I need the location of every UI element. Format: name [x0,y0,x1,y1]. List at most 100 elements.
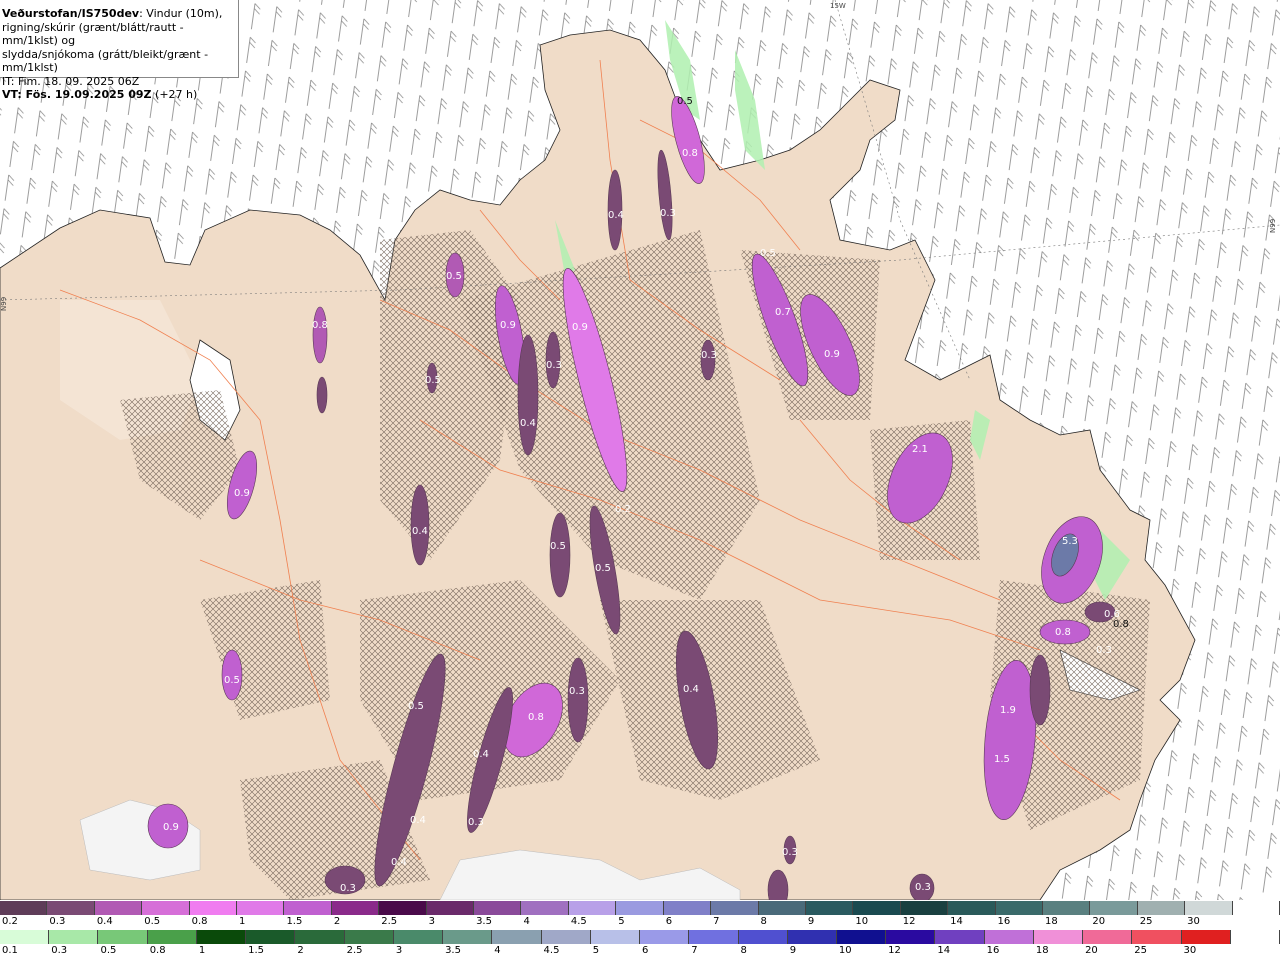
snow-scale-swatch [948,901,996,915]
snow-scale-label: 18 [1044,916,1058,927]
rain-scale-label: 10 [838,945,852,956]
snow-scale-swatch [805,901,854,915]
map-value: 0.8 [1055,627,1071,638]
snow-scale-swatch [853,901,901,915]
snow-scale-swatch [1232,901,1280,915]
title-line-1: Veðurstofan/IS750dev: Vindur (10m), [2,7,238,21]
map-value: 0.5 [224,675,240,686]
snow-scale-swatch [1137,901,1186,915]
rain-scale-label: 0.8 [149,945,166,956]
map-value: 0.3 [569,686,585,697]
map-value: 0.8 [1113,619,1129,630]
snow-scale-swatch [758,901,806,915]
map-value: 0.3 [782,847,798,858]
title-desc-2: rigning/skúrir (grænt/blátt/rautt - mm/1… [2,20,184,48]
valid-time: VT: Fös. 19.09.2025 09Z [2,88,152,101]
rain-scale-label: 12 [888,945,901,956]
snow-scale-swatch [1185,901,1233,915]
snow-scale-swatch [474,901,522,915]
rain-scale-swatch [1230,930,1280,944]
rain-scale-swatch [1033,930,1084,944]
map-value: 0.9 [234,488,250,499]
rain-scale-label: 4 [494,945,501,956]
snow-scale-label: 5 [618,916,625,927]
map-value: 0.4 [412,526,428,537]
snow-scale-label: 0.3 [49,916,66,927]
snow-scale-swatch [663,901,712,915]
snow-scale-label: 1 [239,916,246,927]
map-value: 0.3 [468,817,484,828]
map-value: 0.7 [775,307,791,318]
map-value: 0.5 [550,541,566,552]
rain-scale-label: 7 [691,945,698,956]
snow-scale-label: 0.5 [144,916,161,927]
rain-scale-swatch [295,930,345,944]
map-value: 0.3 [1096,645,1112,656]
rain-scale-label: 16 [986,945,1000,956]
rain-scale-swatch [541,930,591,944]
rain-scale-swatch [393,930,444,944]
rain-scale-label: 1.5 [248,945,265,956]
rain-scale-swatch [246,930,296,944]
snow-scale-swatch [521,901,569,915]
snow-scale-label: 20 [1092,916,1106,927]
snow-scale-label: 10 [855,916,869,927]
map-value: 0.5 [425,375,441,386]
snow-scale-swatch [995,901,1043,915]
snow-scale-label: 3.5 [476,916,492,927]
map-value: 0.4 [520,418,536,429]
snow-scale-labels: 0.2 0.3 0.4 0.5 0.8 1 1.5 2 2.5 3 3.5 4 4.5 5 6 7 8 9 10 12… [0,916,1280,928]
rain-scale-label: 5 [592,945,600,956]
snow-scale-swatch [426,901,475,915]
rain-scale-swatch [492,930,542,944]
snow-scale-swatch [616,901,664,915]
map-value: 0.9 [163,822,179,833]
map-value: 0.4 [391,857,407,868]
rain-scale-swatch [689,930,739,944]
map-value: 1.9 [1000,705,1016,716]
rain-color-scale [0,930,1280,944]
title-desc-1: : Vindur (10m), [139,7,223,20]
rain-scale-swatch [984,930,1034,944]
source-name: Veðurstofan/IS750dev [2,7,140,20]
snow-scale-label: 0.4 [96,916,113,927]
map-value: 0.3 [660,208,676,219]
weather-map: 15W N99 N99 0.5 0.8 0.4 0.3 0.5 0.8 0.9 … [0,0,1280,900]
rain-scale-swatch [147,930,197,944]
map-value: 0.4 [410,815,426,826]
rain-scale-swatch [787,930,837,944]
snow-scale-swatch [189,901,238,915]
map-value: 1.5 [994,754,1010,765]
map-value: 0.3 [546,360,562,371]
snow-scale-label: 2.5 [381,916,398,927]
snow-scale-swatch [331,901,380,915]
snow-scale-swatch [1042,901,1091,915]
rain-scale-swatch [1083,930,1133,944]
rain-scale-label: 0.3 [51,945,68,956]
rain-scale-swatch [0,930,50,944]
rain-scale-swatch [98,930,148,944]
rain-scale-label: 18 [1035,945,1049,956]
rain-scale-swatch [1181,930,1231,944]
snow-scale-label: 4 [523,916,530,927]
rain-scale-swatch [738,930,788,944]
snow-scale-label: 2 [333,916,341,927]
snow-scale-label: 0.2 [2,916,18,927]
map-value: 5.3 [1062,536,1078,547]
title-desc-3: slydda/snjókoma (grátt/bleikt/grænt - mm… [2,47,209,75]
snow-scale-label: 1.5 [286,916,303,927]
rain-scale-label: 25 [1134,945,1148,956]
rain-scale-label: 0.5 [100,945,117,956]
map-value: 0.3 [340,883,356,894]
snow-scale-swatch [379,901,427,915]
snow-scale-label: 7 [713,916,720,927]
snow-scale-swatch [237,901,285,915]
grid-label-top: 15W [830,2,846,10]
map-title-box: Veðurstofan/IS750dev: Vindur (10m), rign… [0,0,239,101]
rain-scale-label: 30 [1183,945,1197,956]
rain-scale-label: 6 [642,945,649,956]
snow-scale-swatch [568,901,617,915]
rain-scale-swatch [196,930,247,944]
snow-scale-swatch [900,901,949,915]
map-value: 0.9 [572,322,588,333]
